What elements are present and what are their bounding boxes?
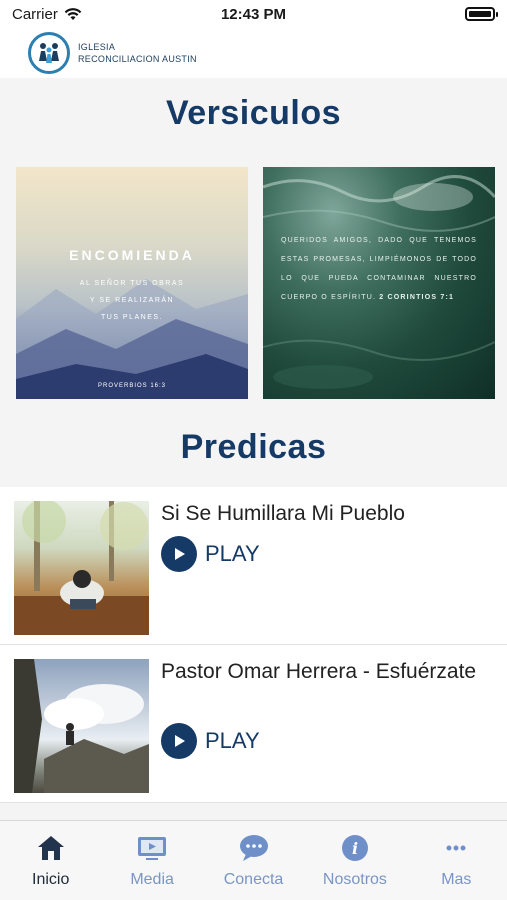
sermon-thumbnail[interactable] bbox=[14, 659, 149, 793]
wifi-icon bbox=[64, 8, 82, 20]
play-label[interactable]: PLAY bbox=[205, 728, 260, 754]
versiculos-title: Versiculos bbox=[165, 94, 342, 132]
verse-body: AL SEÑOR TUS OBRAS Y SE REALIZARÁN TUS P… bbox=[16, 275, 248, 326]
status-left: Carrier bbox=[12, 6, 82, 23]
play-label[interactable]: PLAY bbox=[205, 541, 260, 567]
tab-nosotros[interactable]: i Nosotros bbox=[304, 821, 405, 900]
verse-text: QUERIDOS AMIGOS, DADO QUE TENEMOS ESTAS … bbox=[281, 231, 477, 307]
more-dots-icon[interactable] bbox=[439, 831, 473, 865]
tab-label[interactable]: Nosotros bbox=[323, 871, 387, 889]
verse-card-proverbios[interactable]: ENCOMIENDA AL SEÑOR TUS OBRAS Y SE REALI… bbox=[16, 167, 248, 399]
status-bar: Carrier 12:43 PM bbox=[0, 0, 507, 28]
tab-conecta[interactable]: Conecta bbox=[203, 821, 304, 900]
app-header: IGLESIA RECONCILIACION AUSTIN bbox=[0, 28, 507, 78]
logo-text: IGLESIA RECONCILIACION AUSTIN bbox=[78, 41, 197, 65]
verse-line: TUS PLANES. bbox=[100, 314, 163, 321]
logo-line-1: IGLESIA bbox=[78, 42, 116, 52]
sermon-title[interactable]: Pastor Omar Herrera - Esfuérzate bbox=[161, 657, 481, 686]
verse-body: QUERIDOS AMIGOS, DADO QUE TENEMOS ESTAS … bbox=[281, 237, 477, 301]
tab-mas[interactable]: Mas bbox=[406, 821, 507, 900]
logo-line-2: RECONCILIACION AUSTIN bbox=[78, 54, 197, 64]
verse-line: Y SE REALIZARÁN bbox=[89, 297, 175, 304]
predicas-title: Predicas bbox=[180, 428, 327, 466]
tab-label[interactable]: Mas bbox=[441, 871, 471, 889]
verse-heading: ENCOMIENDA bbox=[69, 247, 195, 263]
tab-label[interactable]: Conecta bbox=[224, 871, 284, 889]
sermon-list: Si Se Humillara Mi Pueblo PLAY Pastor Om… bbox=[0, 487, 507, 803]
play-icon[interactable] bbox=[161, 536, 197, 572]
tab-bar: Inicio Media Conecta i Nosotros Mas bbox=[0, 820, 507, 900]
sermon-row[interactable]: Pastor Omar Herrera - Esfuérzate PLAY bbox=[0, 645, 507, 803]
church-logo-icon[interactable] bbox=[28, 32, 70, 74]
sermon-row[interactable]: Si Se Humillara Mi Pueblo PLAY bbox=[0, 487, 507, 645]
battery-icon bbox=[465, 7, 498, 21]
play-icon[interactable] bbox=[161, 723, 197, 759]
play-button[interactable]: PLAY bbox=[161, 536, 260, 572]
sermon-title[interactable]: Si Se Humillara Mi Pueblo bbox=[161, 499, 481, 528]
play-button[interactable]: PLAY bbox=[161, 723, 260, 759]
chat-bubble-icon[interactable] bbox=[237, 831, 271, 865]
tab-label[interactable]: Inicio bbox=[32, 871, 69, 889]
svg-text:i: i bbox=[352, 839, 358, 858]
verse-reference: PROVERBIOS 16:3 bbox=[97, 383, 167, 389]
sermon-thumbnail[interactable] bbox=[14, 501, 149, 635]
tab-media[interactable]: Media bbox=[101, 821, 202, 900]
tab-inicio[interactable]: Inicio bbox=[0, 821, 101, 900]
main-content[interactable]: Versiculos ENCOMIENDA AL SEÑOR TUS OBRAS… bbox=[0, 78, 507, 820]
home-icon[interactable] bbox=[34, 831, 68, 865]
verse-reference: 2 CORINTIOS 7:1 bbox=[379, 294, 455, 301]
verse-card-corintios[interactable]: QUERIDOS AMIGOS, DADO QUE TENEMOS ESTAS … bbox=[263, 167, 495, 399]
tab-label[interactable]: Media bbox=[130, 871, 174, 889]
tv-icon[interactable] bbox=[135, 831, 169, 865]
carrier-label: Carrier bbox=[12, 5, 58, 23]
info-icon[interactable]: i bbox=[338, 831, 372, 865]
verse-line: AL SEÑOR TUS OBRAS bbox=[79, 280, 185, 287]
